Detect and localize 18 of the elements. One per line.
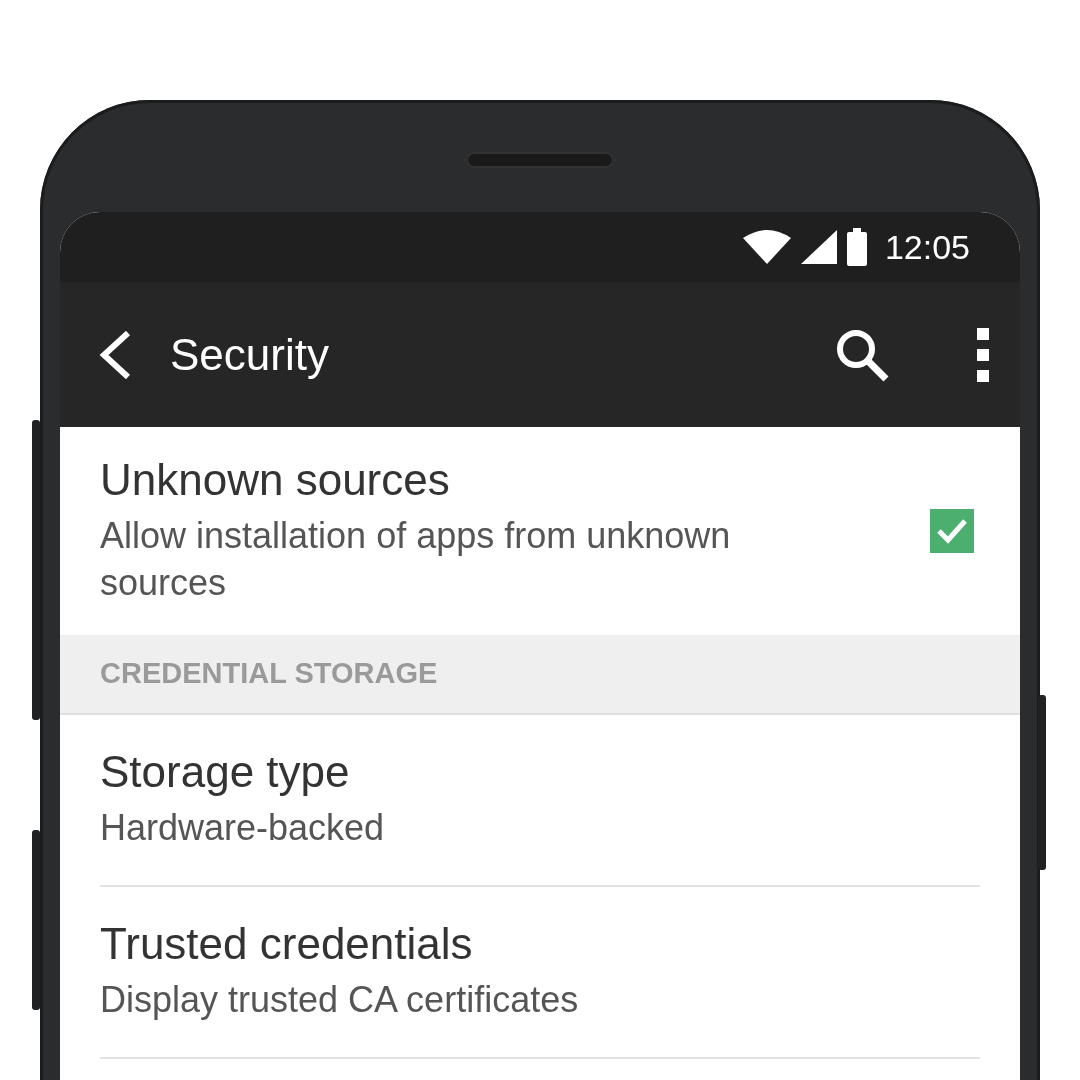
setting-title: Unknown sources (100, 455, 451, 505)
setting-row[interactable]: Unknown sources Allow installation of apps from unknown sources (60, 427, 1020, 635)
more-options-button[interactable] (976, 327, 990, 382)
screen-title: Security (170, 329, 330, 380)
clock: 12:05 (884, 227, 970, 267)
setting-title: Trusted credentials (100, 919, 474, 970)
setting-row[interactable]: Storage type Hardware-backed (60, 714, 1020, 887)
checkbox[interactable] (930, 508, 974, 553)
back-button[interactable] (98, 330, 132, 379)
setting-row[interactable]: Trusted credentials Display trusted CA certificates (60, 886, 1020, 1059)
signal-icon (800, 230, 837, 264)
wifi-icon (742, 230, 791, 264)
setting-title: Storage type (100, 747, 351, 798)
setting-summary: Allow installation of apps from unknown sources (100, 514, 732, 605)
setting-summary: Hardware-backed (100, 806, 386, 851)
section-title: CREDENTIAL STORAGE (100, 657, 438, 691)
setting-summary: Display trusted CA certificates (100, 978, 580, 1023)
battery-icon (846, 228, 867, 266)
